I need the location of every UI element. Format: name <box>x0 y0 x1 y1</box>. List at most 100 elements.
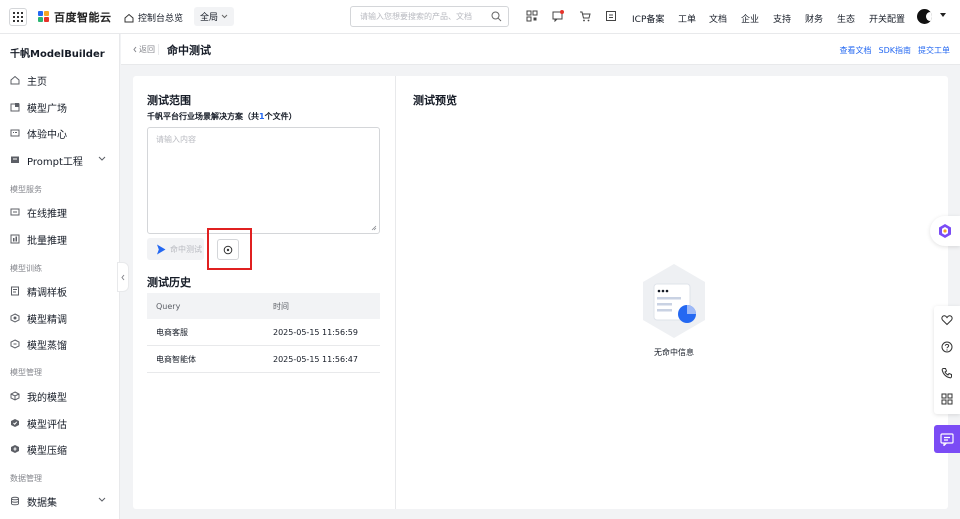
qrcode-icon[interactable] <box>526 10 538 22</box>
template-icon <box>11 286 19 296</box>
sidebar-item-label: 主页 <box>27 76 47 88</box>
console-overview-link[interactable]: 控制台总览 <box>124 11 183 24</box>
assistant-badge[interactable] <box>930 216 960 246</box>
nav-docs[interactable]: 文档 <box>709 12 727 25</box>
sidebar-item-model-square[interactable]: 模型广场 <box>10 98 110 116</box>
highlight-annotation <box>207 228 252 270</box>
prompt-icon <box>11 156 19 163</box>
sidebar-item-evaluation[interactable]: 模型评估 <box>10 414 110 432</box>
assistant-logo-icon <box>939 224 951 238</box>
sidebar-item-label: 模型评估 <box>27 419 67 431</box>
table-header: Query 时间 <box>147 293 380 319</box>
group-label-data-management: 数据管理 <box>10 474 42 483</box>
my-models-icon <box>10 391 20 401</box>
chevron-left-icon <box>133 46 137 53</box>
caret-down-icon[interactable] <box>940 13 946 17</box>
scope-selector[interactable]: 全局 <box>194 7 234 26</box>
submit-ticket-link[interactable]: 提交工单 <box>918 45 950 56</box>
page-header: 返回 命中测试 查看文档 SDK指南 提交工单 <box>121 34 960 65</box>
sidebar-collapse-handle[interactable] <box>117 262 129 292</box>
test-preview-pane: 测试预览 无命中信息 <box>397 76 948 509</box>
divider <box>158 44 159 55</box>
history-time: 2025-05-15 11:56:59 <box>273 327 358 337</box>
test-scope-title: 测试范围 <box>147 94 191 107</box>
nav-config[interactable]: 开关配置 <box>869 12 905 25</box>
sidebar-item-label: 我的模型 <box>27 392 67 404</box>
content-panel: 测试范围 千帆平台行业场景解决方案（共1个文件） 请输入内容 命中测试 测试历史… <box>133 76 948 509</box>
history-table: Query 时间 电商客服 2025-05-15 11:56:59 电商智能体 … <box>147 293 380 373</box>
search-icon[interactable] <box>491 11 502 22</box>
sidebar-item-my-models[interactable]: 我的模型 <box>10 387 110 405</box>
nav-enterprise[interactable]: 企业 <box>741 12 759 25</box>
cart-icon[interactable] <box>579 10 591 22</box>
back-link[interactable]: 返回 <box>133 44 155 55</box>
product-title: 千帆ModelBuilder <box>10 49 105 60</box>
sidebar-item-batch-inference[interactable]: 批量推理 <box>10 230 110 248</box>
evaluation-icon <box>11 419 19 427</box>
table-row[interactable]: 电商智能体 2025-05-15 11:56:47 <box>147 346 380 373</box>
message-icon[interactable] <box>552 10 564 22</box>
apps-grid-icon[interactable] <box>941 393 953 405</box>
query-textarea[interactable]: 请输入内容 <box>147 127 380 234</box>
nav-finance[interactable]: 财务 <box>805 12 823 25</box>
chat-support-button[interactable] <box>934 425 960 453</box>
hit-test-label: 命中测试 <box>170 244 202 254</box>
sidebar-item-online-inference[interactable]: 在线推理 <box>10 203 110 221</box>
floating-toolbar <box>934 306 960 414</box>
batch-inference-icon <box>10 234 20 244</box>
knowledge-base-label: 千帆平台行业场景解决方案（共1个文件） <box>147 111 297 122</box>
sdk-guide-link[interactable]: SDK指南 <box>879 45 911 56</box>
files-prefix: 千帆平台行业场景解决方案（共 <box>147 112 259 121</box>
chat-icon <box>940 432 954 446</box>
brand-logo[interactable]: 百度智能云 <box>38 9 112 25</box>
billing-icon[interactable] <box>605 10 617 22</box>
sidebar-item-label: 体验中心 <box>27 129 67 141</box>
sidebar-item-label: 批量推理 <box>27 235 67 247</box>
sidebar-item-label: 数据集 <box>27 497 57 509</box>
user-avatar[interactable] <box>917 9 932 24</box>
nav-support[interactable]: 支持 <box>773 12 791 25</box>
history-query: 电商客服 <box>156 327 188 337</box>
sidebar-item-prompt[interactable]: Prompt工程 <box>10 151 110 169</box>
sidebar-item-label: 在线推理 <box>27 208 67 220</box>
files-suffix: 个文件） <box>264 112 297 121</box>
phone-icon[interactable] <box>941 367 953 379</box>
empty-state: 无命中信息 <box>639 262 709 357</box>
search-input[interactable] <box>360 12 490 21</box>
chevron-down-icon <box>98 497 106 502</box>
scope-value: 全局 <box>199 13 218 23</box>
table-row[interactable]: 电商客服 2025-05-15 11:56:59 <box>147 319 380 346</box>
history-time: 2025-05-15 11:56:47 <box>273 354 358 364</box>
sidebar-item-label: 精调样板 <box>27 287 67 299</box>
group-label-model-training: 模型训练 <box>10 264 42 273</box>
help-icon[interactable] <box>941 341 953 353</box>
chevron-left-icon <box>121 274 125 280</box>
test-history-title: 测试历史 <box>147 276 191 289</box>
view-docs-link[interactable]: 查看文档 <box>840 45 872 56</box>
resize-grip-icon[interactable] <box>371 225 377 231</box>
sidebar-item-home[interactable]: 主页 <box>10 71 110 89</box>
page-title: 命中测试 <box>167 44 211 57</box>
sidebar-item-fine-tune[interactable]: 模型精调 <box>10 309 110 327</box>
fine-tune-icon <box>10 313 20 323</box>
sidebar-item-compression[interactable]: 模型压缩 <box>10 440 110 458</box>
home-icon <box>124 13 134 22</box>
app-grid-icon[interactable] <box>9 8 27 26</box>
nav-ticket[interactable]: 工单 <box>678 12 696 25</box>
sidebar-item-dataset[interactable]: 数据集 <box>10 492 110 510</box>
nav-ecosystem[interactable]: 生态 <box>837 12 855 25</box>
history-query: 电商智能体 <box>156 354 196 364</box>
column-header-query: Query <box>156 301 181 311</box>
sidebar-item-experience[interactable]: 体验中心 <box>10 124 110 142</box>
home-icon <box>10 75 20 85</box>
sidebar-item-distill[interactable]: 模型蒸馏 <box>10 335 110 353</box>
column-header-time: 时间 <box>273 301 289 311</box>
cloud-logo-icon <box>38 11 50 23</box>
brand-name: 百度智能云 <box>54 11 112 24</box>
chevron-down-icon <box>221 14 228 19</box>
nav-icp[interactable]: ICP备案 <box>632 12 664 25</box>
sidebar-item-tuning-template[interactable]: 精调样板 <box>10 282 110 300</box>
heart-icon[interactable] <box>941 314 953 326</box>
hit-test-button[interactable]: 命中测试 <box>147 238 204 260</box>
empty-state-text: 无命中信息 <box>654 348 694 357</box>
